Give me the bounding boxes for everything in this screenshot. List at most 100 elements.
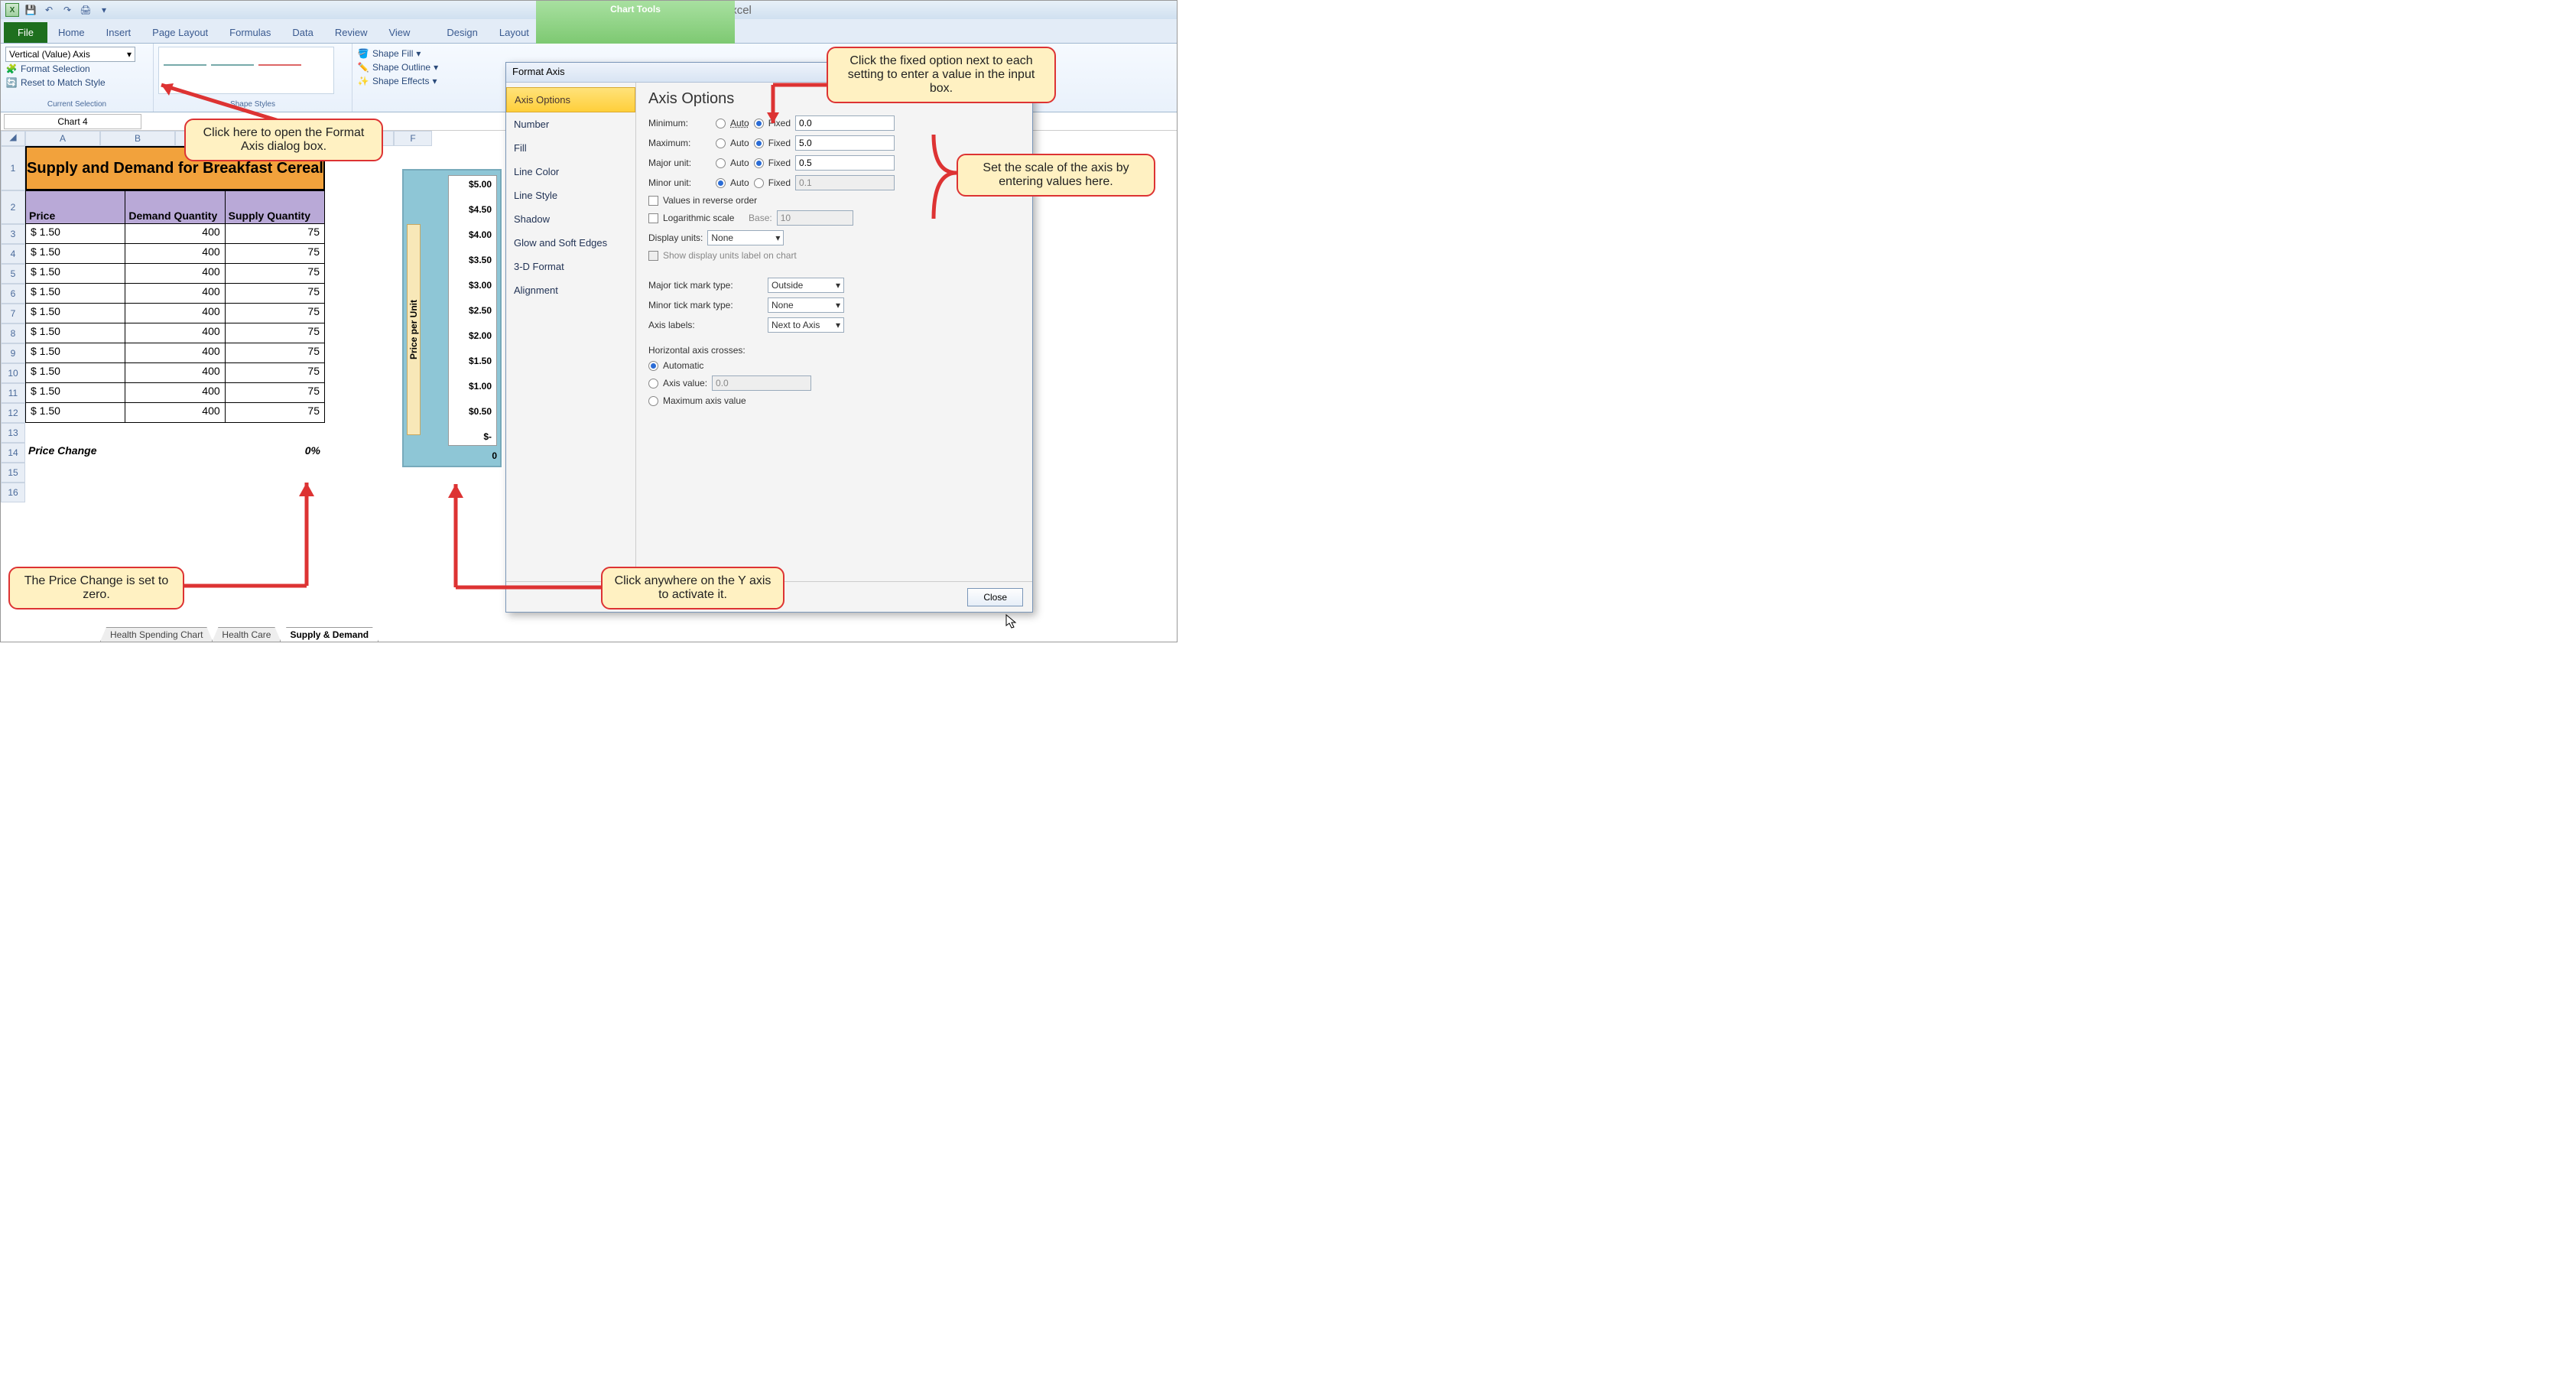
name-box[interactable]: Chart 4 — [4, 114, 141, 129]
close-button[interactable]: Close — [967, 588, 1023, 606]
h-value-radio[interactable] — [648, 379, 658, 388]
tab-file[interactable]: File — [4, 22, 47, 43]
table-row[interactable]: $ 1.5040075 — [25, 343, 325, 363]
minor-auto-radio[interactable] — [716, 178, 726, 188]
cell-supply[interactable]: 75 — [226, 304, 324, 323]
min-auto-radio[interactable] — [716, 119, 726, 128]
select-all-cell[interactable]: ◢ — [1, 131, 25, 146]
min-fixed-radio[interactable] — [754, 119, 764, 128]
row-header[interactable]: 13 — [1, 423, 25, 443]
cell-price[interactable]: $ 1.50 — [26, 244, 125, 263]
header-price[interactable]: Price — [26, 191, 125, 223]
qat-customize-icon[interactable]: ▾ — [97, 3, 111, 17]
cell-price[interactable]: $ 1.50 — [26, 403, 125, 422]
cell-demand[interactable]: 400 — [125, 304, 225, 323]
row-header[interactable]: 11 — [1, 383, 25, 403]
column-header[interactable]: A — [25, 131, 100, 146]
tab-review[interactable]: Review — [324, 22, 378, 43]
sheet-tab[interactable]: Health Spending Chart — [100, 627, 213, 642]
cell-supply[interactable]: 75 — [226, 343, 324, 362]
cell-demand[interactable]: 400 — [125, 343, 225, 362]
cell-supply[interactable]: 75 — [226, 403, 324, 422]
table-row[interactable]: $ 1.5040075 — [25, 403, 325, 423]
cell-price[interactable]: $ 1.50 — [26, 363, 125, 382]
nav-line-style[interactable]: Line Style — [506, 184, 635, 207]
tab-page-layout[interactable]: Page Layout — [141, 22, 219, 43]
nav-glow[interactable]: Glow and Soft Edges — [506, 231, 635, 255]
column-header[interactable]: B — [100, 131, 175, 146]
shape-style-item[interactable] — [258, 52, 301, 66]
table-row[interactable]: $ 1.5040075 — [25, 323, 325, 343]
qat-undo[interactable]: ↶ — [42, 3, 56, 17]
minor-fixed-radio[interactable] — [754, 178, 764, 188]
qat-print[interactable]: 🖨 — [79, 3, 93, 17]
nav-axis-options[interactable]: Axis Options — [506, 87, 635, 112]
row-header[interactable]: 8 — [1, 323, 25, 343]
cell-price[interactable]: $ 1.50 — [26, 343, 125, 362]
tab-view[interactable]: View — [378, 22, 421, 43]
price-change-row[interactable]: Price Change 0% — [25, 443, 325, 463]
row-header[interactable]: 16 — [1, 483, 25, 502]
cell-supply[interactable]: 75 — [226, 323, 324, 343]
table-row[interactable]: $ 1.5040075 — [25, 224, 325, 244]
cell-supply[interactable]: 75 — [226, 363, 324, 382]
row-header[interactable]: 1 — [1, 146, 25, 190]
row-header[interactable]: 7 — [1, 304, 25, 323]
table-row[interactable]: $ 1.5040075 — [25, 284, 325, 304]
minor-tick-dropdown[interactable]: None▾ — [768, 297, 844, 313]
row-header[interactable]: 10 — [1, 363, 25, 383]
cell-price[interactable]: $ 1.50 — [26, 304, 125, 323]
nav-number[interactable]: Number — [506, 112, 635, 136]
y-axis-title[interactable]: Price per Unit — [407, 224, 421, 435]
tab-layout[interactable]: Layout — [489, 22, 540, 43]
row-header[interactable]: 5 — [1, 264, 25, 284]
header-supply[interactable]: Supply Quantity — [226, 191, 324, 223]
nav-line-color[interactable]: Line Color — [506, 160, 635, 184]
cell-supply[interactable]: 75 — [226, 224, 324, 243]
row-header[interactable]: 3 — [1, 224, 25, 244]
shape-fill-button[interactable]: 🪣Shape Fill ▾ — [357, 47, 463, 60]
table-row[interactable]: $ 1.5040075 — [25, 244, 325, 264]
qat-redo[interactable]: ↷ — [60, 3, 74, 17]
cell-price[interactable]: $ 1.50 — [26, 224, 125, 243]
major-auto-radio[interactable] — [716, 158, 726, 168]
cell-demand[interactable]: 400 — [125, 363, 225, 382]
tab-formulas[interactable]: Formulas — [219, 22, 281, 43]
header-demand[interactable]: Demand Quantity — [125, 191, 225, 223]
axis-labels-dropdown[interactable]: Next to Axis▾ — [768, 317, 844, 333]
tab-design[interactable]: Design — [436, 22, 488, 43]
cell-demand[interactable]: 400 — [125, 244, 225, 263]
tab-insert[interactable]: Insert — [96, 22, 142, 43]
format-selection-button[interactable]: 🧩 Format Selection — [5, 62, 148, 76]
nav-alignment[interactable]: Alignment — [506, 278, 635, 302]
cell-demand[interactable]: 400 — [125, 224, 225, 243]
cell-demand[interactable]: 400 — [125, 264, 225, 283]
nav-shadow[interactable]: Shadow — [506, 207, 635, 231]
table-row[interactable]: $ 1.5040075 — [25, 383, 325, 403]
embedded-chart[interactable]: Price per Unit $5.00 $4.50 $4.00 $3.50 $… — [402, 169, 502, 467]
row-header[interactable]: 12 — [1, 403, 25, 423]
sheet-tab[interactable]: Health Care — [212, 627, 281, 642]
shape-style-item[interactable] — [164, 52, 206, 66]
row-header[interactable]: 15 — [1, 463, 25, 483]
sheet-tab[interactable]: Supply & Demand — [280, 627, 378, 642]
tab-data[interactable]: Data — [281, 22, 323, 43]
major-fixed-radio[interactable] — [754, 158, 764, 168]
y-axis[interactable]: $5.00 $4.50 $4.00 $3.50 $3.00 $2.50 $2.0… — [448, 175, 497, 446]
cell-supply[interactable]: 75 — [226, 383, 324, 402]
log-scale-checkbox[interactable] — [648, 213, 658, 223]
row-header[interactable]: 9 — [1, 343, 25, 363]
row-header[interactable]: 2 — [1, 190, 25, 224]
cell-supply[interactable]: 75 — [226, 284, 324, 303]
row-header[interactable]: 14 — [1, 443, 25, 463]
cell-supply[interactable]: 75 — [226, 244, 324, 263]
qat-save[interactable]: 💾 — [24, 3, 37, 17]
reset-to-match-style-button[interactable]: 🔄 Reset to Match Style — [5, 76, 148, 89]
values-reverse-checkbox[interactable] — [648, 196, 658, 206]
max-auto-radio[interactable] — [716, 138, 726, 148]
shape-effects-button[interactable]: ✨Shape Effects ▾ — [357, 74, 463, 88]
cell-price[interactable]: $ 1.50 — [26, 383, 125, 402]
cell-price[interactable]: $ 1.50 — [26, 264, 125, 283]
cell-demand[interactable]: 400 — [125, 284, 225, 303]
table-row[interactable]: $ 1.5040075 — [25, 264, 325, 284]
